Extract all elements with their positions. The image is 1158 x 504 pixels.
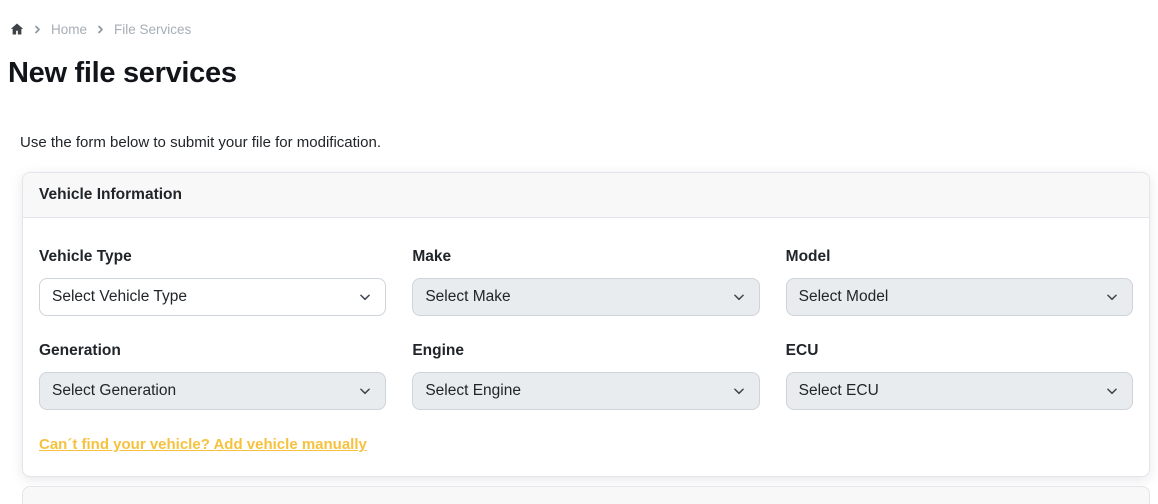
- engine-select-value: Select Engine: [425, 382, 521, 399]
- ecu-label: ECU: [785, 342, 819, 359]
- field-vehicle-type: Vehicle Type Select Vehicle Type: [39, 248, 387, 316]
- card-title: Vehicle Information: [39, 186, 182, 203]
- engine-select[interactable]: Select Engine: [412, 372, 760, 410]
- intro-text: Use the form below to submit your file f…: [20, 134, 381, 151]
- engine-label: Engine: [412, 342, 464, 359]
- page: Home File Services New file services Use…: [0, 0, 1158, 504]
- model-label: Model: [785, 248, 831, 265]
- vehicle-type-select[interactable]: Select Vehicle Type: [39, 278, 387, 316]
- breadcrumb-link-file-services[interactable]: File Services: [114, 22, 191, 37]
- chevron-down-icon: [732, 384, 746, 398]
- home-icon[interactable]: [10, 22, 24, 36]
- breadcrumb-link-home[interactable]: Home: [51, 22, 87, 37]
- make-select-value: Select Make: [425, 288, 511, 305]
- ecu-select[interactable]: Select ECU: [785, 372, 1133, 410]
- make-label: Make: [412, 248, 452, 265]
- vehicle-type-select-value: Select Vehicle Type: [52, 288, 187, 305]
- card-body: Vehicle Type Select Vehicle Type Make Se…: [23, 218, 1149, 476]
- field-ecu: ECU Select ECU: [785, 342, 1133, 410]
- make-select[interactable]: Select Make: [412, 278, 760, 316]
- generation-label: Generation: [39, 342, 121, 359]
- model-select-value: Select Model: [798, 288, 889, 305]
- chevron-down-icon: [358, 384, 372, 398]
- chevron-right-icon: [96, 25, 105, 34]
- vehicle-form-grid: Vehicle Type Select Vehicle Type Make Se…: [39, 248, 1133, 410]
- add-vehicle-manually-link[interactable]: Can´t find your vehicle? Add vehicle man…: [39, 436, 367, 453]
- next-card-partial: [22, 486, 1150, 504]
- model-select[interactable]: Select Model: [785, 278, 1133, 316]
- chevron-down-icon: [732, 290, 746, 304]
- field-model: Model Select Model: [785, 248, 1133, 316]
- field-make: Make Select Make: [412, 248, 760, 316]
- generation-select-value: Select Generation: [52, 382, 177, 399]
- generation-select[interactable]: Select Generation: [39, 372, 387, 410]
- breadcrumb: Home File Services: [10, 21, 1150, 37]
- ecu-select-value: Select ECU: [798, 382, 879, 399]
- card-header: Vehicle Information: [23, 173, 1149, 218]
- field-engine: Engine Select Engine: [412, 342, 760, 410]
- chevron-down-icon: [1105, 384, 1119, 398]
- chevron-down-icon: [1105, 290, 1119, 304]
- field-generation: Generation Select Generation: [39, 342, 387, 410]
- page-title: New file services: [8, 57, 237, 89]
- vehicle-type-label: Vehicle Type: [39, 248, 132, 265]
- vehicle-information-card: Vehicle Information Vehicle Type Select …: [22, 172, 1150, 477]
- chevron-right-icon: [33, 25, 42, 34]
- chevron-down-icon: [358, 290, 372, 304]
